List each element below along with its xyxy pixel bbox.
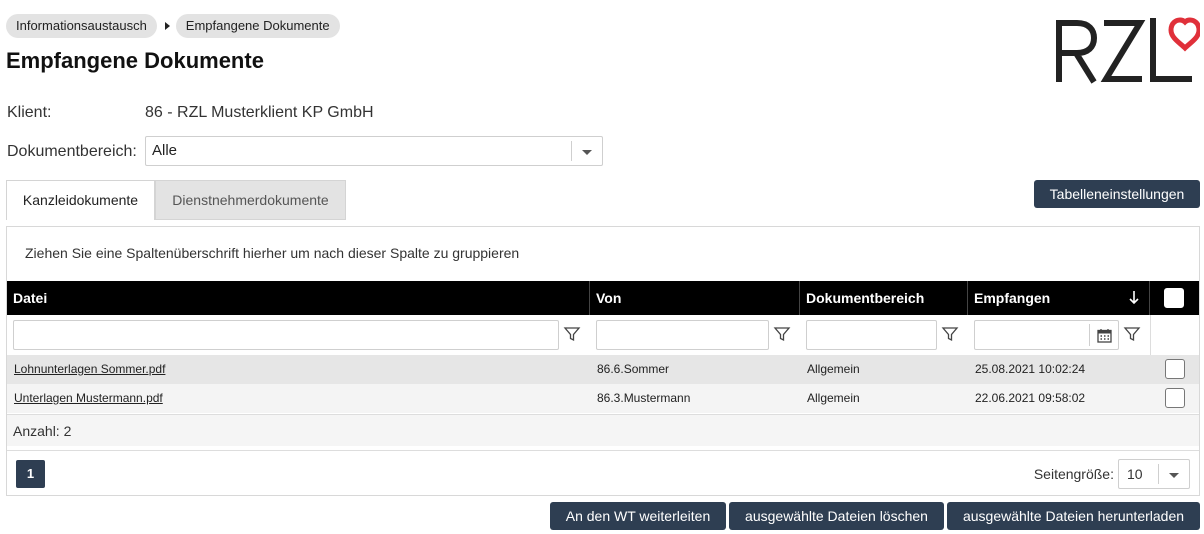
von-cell: 86.6.Sommer xyxy=(597,362,670,376)
select-all-checkbox[interactable] xyxy=(1164,288,1184,308)
row-checkbox[interactable] xyxy=(1165,388,1185,408)
breadcrumb-item-informationsaustausch[interactable]: Informationsaustausch xyxy=(6,14,157,38)
empfangen-cell: 25.08.2021 10:02:24 xyxy=(975,362,1086,376)
download-selected-button[interactable]: ausgewählte Dateien herunterladen xyxy=(947,502,1200,530)
sort-descending-icon xyxy=(1129,291,1139,305)
dokumentbereich-filter-input[interactable] xyxy=(806,320,937,350)
group-hint: Ziehen Sie eine Spaltenüberschrift hierh… xyxy=(25,245,520,261)
page-size-value: 10 xyxy=(1127,466,1143,482)
breadcrumb-item-empfangene-dokumente[interactable]: Empfangene Dokumente xyxy=(175,14,340,38)
page-title: Empfangene Dokumente xyxy=(6,48,264,73)
client-value: 86 - RZL Musterklient KP GmbH xyxy=(145,104,374,121)
table-row[interactable]: Lohnunterlagen Sommer.pdf 86.6.Sommer Al… xyxy=(7,355,1199,384)
column-header-empfangen[interactable]: Empfangen xyxy=(968,281,1150,315)
column-header-select xyxy=(1150,281,1199,315)
von-cell: 86.3.Mustermann xyxy=(597,391,691,405)
empfangen-cell: 22.06.2021 09:58:02 xyxy=(975,391,1086,405)
dokumentbereich-cell: Allgemein xyxy=(807,391,860,405)
column-header-empfangen-label: Empfangen xyxy=(974,290,1051,306)
filter-row xyxy=(7,315,1199,355)
select-divider xyxy=(1158,464,1159,484)
rzl-logo xyxy=(1056,17,1200,84)
dokumentbereich-selected-value: Alle xyxy=(152,142,178,159)
column-divider xyxy=(1150,315,1151,355)
dokumentbereich-cell: Allgemein xyxy=(807,362,860,376)
heart-icon xyxy=(1168,17,1200,52)
column-header-von[interactable]: Von xyxy=(590,281,800,315)
tab-dienstnehmerdokumente[interactable]: Dienstnehmerdokumente xyxy=(155,180,346,220)
grid-header: Datei Von Dokumentbereich Empfangen xyxy=(7,281,1199,315)
file-link[interactable]: Lohnunterlagen Sommer.pdf xyxy=(14,362,165,376)
filter-icon[interactable] xyxy=(563,325,581,343)
breadcrumb: Informationsaustausch Empfangene Dokumen… xyxy=(6,14,340,38)
page-button-1[interactable]: 1 xyxy=(16,460,45,488)
column-header-datei[interactable]: Datei xyxy=(7,281,590,315)
breadcrumb-separator-icon xyxy=(164,22,170,30)
dokumentbereich-select[interactable]: Alle xyxy=(145,136,603,166)
chevron-down-icon xyxy=(1169,473,1179,478)
datei-filter-input[interactable] xyxy=(13,320,559,350)
documents-grid: Ziehen Sie eine Spaltenüberschrift hierh… xyxy=(6,226,1200,496)
row-checkbox[interactable] xyxy=(1165,359,1185,379)
select-divider xyxy=(571,141,572,161)
chevron-down-icon xyxy=(582,150,592,155)
pager: 1 Seitengröße: 10 xyxy=(7,450,1199,496)
table-row[interactable]: Unterlagen Mustermann.pdf 86.3.Musterman… xyxy=(7,384,1199,413)
filter-icon[interactable] xyxy=(1123,325,1141,343)
von-filter-input[interactable] xyxy=(596,320,769,350)
column-header-dokumentbereich[interactable]: Dokumentbereich xyxy=(800,281,968,315)
file-link[interactable]: Unterlagen Mustermann.pdf xyxy=(14,391,163,405)
page-size-label: Seitengröße: xyxy=(1033,466,1114,482)
calendar-icon[interactable] xyxy=(1097,328,1112,343)
client-label: Klient: xyxy=(7,104,52,121)
tab-kanzleidokumente[interactable]: Kanzleidokumente xyxy=(6,180,155,220)
empfangen-filter-input[interactable] xyxy=(974,320,1119,350)
delete-selected-button[interactable]: ausgewählte Dateien löschen xyxy=(729,502,944,530)
table-settings-button[interactable]: Tabelleneinstellungen xyxy=(1034,180,1200,208)
dokumentbereich-label: Dokumentbereich: xyxy=(7,143,137,160)
datei-cell: Lohnunterlagen Sommer.pdf xyxy=(7,355,165,384)
datei-cell: Unterlagen Mustermann.pdf xyxy=(7,384,163,413)
page-size-select[interactable]: 10 xyxy=(1118,459,1190,489)
row-count: Anzahl: 2 xyxy=(7,414,1199,446)
forward-to-wt-button[interactable]: An den WT weiterleiten xyxy=(550,502,726,530)
filter-icon[interactable] xyxy=(773,325,791,343)
date-divider xyxy=(1089,324,1090,346)
filter-icon[interactable] xyxy=(941,325,959,343)
